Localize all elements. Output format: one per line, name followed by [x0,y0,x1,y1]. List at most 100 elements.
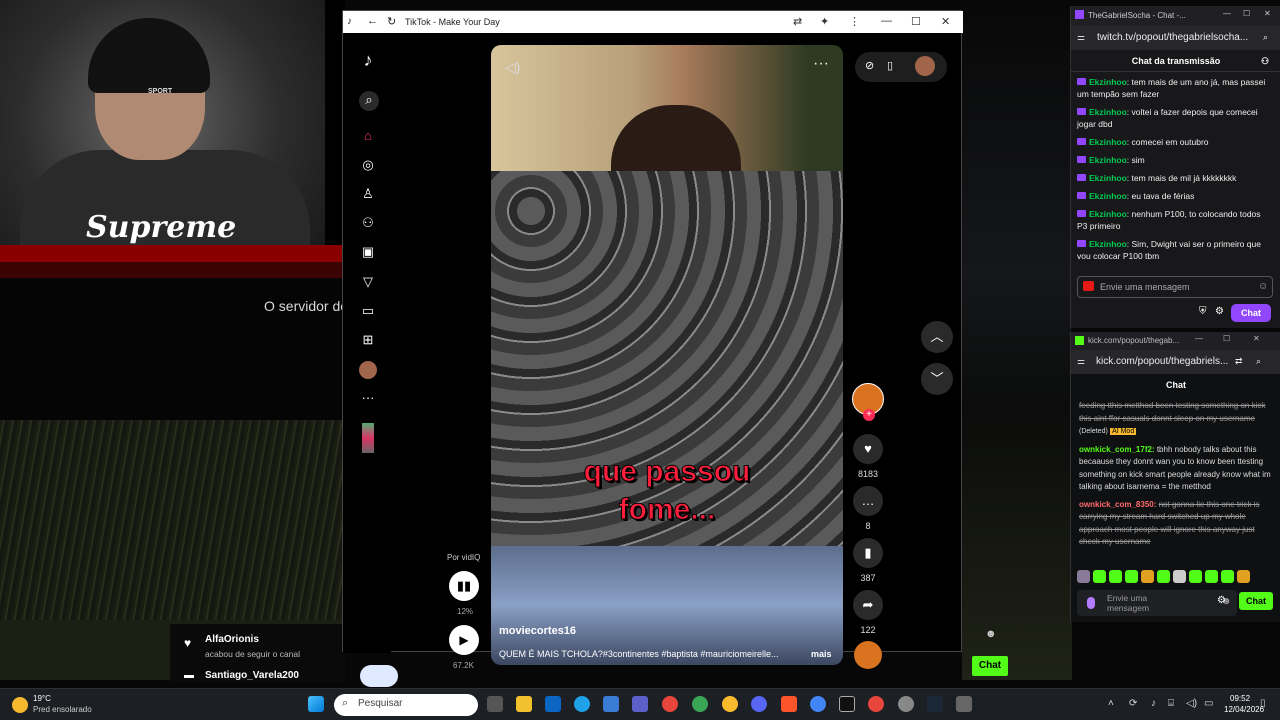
brave-icon[interactable] [781,696,797,712]
maximize-button[interactable]: ☐ [1223,334,1230,343]
users-icon[interactable]: ⚇ [1261,50,1269,72]
emoji-icon[interactable]: ☺ [1258,281,1268,292]
chrome-icon[interactable] [722,696,738,712]
comment-button[interactable]: … [853,486,883,516]
volume-icon[interactable]: ◁) [1186,698,1197,709]
chat-username[interactable]: Ekzinhoo [1089,239,1127,249]
stats-icon[interactable]: ▮▮ [449,571,479,601]
chat-username[interactable]: Ekzinhoo [1089,209,1127,219]
clock-date[interactable]: 12/04/2026 [1224,705,1264,714]
edge-icon[interactable] [574,696,590,712]
emote-icon[interactable] [1173,570,1186,583]
translate-icon[interactable]: ⇄ [1235,356,1243,367]
previous-video-button[interactable]: ︿ [921,321,953,353]
sync-icon[interactable]: ⟳ [1129,698,1137,709]
store-icon[interactable] [603,696,619,712]
creator-icons[interactable] [362,423,374,453]
emote-icon[interactable] [1205,570,1218,583]
vidiq-toggle[interactable] [360,665,398,687]
sound-disc[interactable] [854,641,882,669]
address-bar[interactable]: ⚌ twitch.tv/popout/thegabrielsocha... ⌕ [1071,26,1280,50]
address-bar[interactable]: ⚌ kick.com/popout/thegabriels... ⇄ ⌕ [1071,350,1280,374]
emote-icon[interactable] [1141,570,1154,583]
chat-button[interactable]: Chat [972,656,1008,676]
chat-username[interactable]: ownkick_com_17f2: [1079,445,1155,454]
volume-icon[interactable]: ◁) [505,59,520,76]
share-button[interactable]: ➦ [853,590,883,620]
maximize-button[interactable]: ☐ [1243,9,1250,18]
like-button[interactable]: ♥ [853,434,883,464]
site-settings-icon[interactable]: ⚌ [1077,32,1085,43]
shield-icon[interactable]: ⛨ [1199,306,1207,317]
chrome-icon[interactable] [662,696,678,712]
follow-plus-icon[interactable]: + [863,409,875,421]
microphone-icon[interactable]: ♪ [1151,698,1156,709]
save-button[interactable]: ▮ [853,538,883,568]
emoji-icon[interactable]: ☻ [985,628,997,640]
gear-icon[interactable]: ⚙ [1217,595,1226,606]
minimize-button[interactable]: — [1195,334,1203,343]
teams-icon[interactable] [632,696,648,712]
tiktok-icon[interactable] [839,696,855,712]
chrome-icon[interactable] [692,696,708,712]
site-settings-icon[interactable]: ⚌ [1077,356,1085,367]
live-icon[interactable]: ▣ [359,243,377,261]
chat-username[interactable]: Ekzinhoo [1089,191,1127,201]
search-icon[interactable]: ⌕ [1263,32,1268,43]
search-icon[interactable]: ⌕ [359,91,379,111]
more-icon[interactable]: ··· [359,389,377,407]
following-icon[interactable]: ♙ [359,185,377,203]
emote-icon[interactable] [1077,570,1090,583]
minimize-button[interactable]: — [1223,9,1231,18]
close-button[interactable]: ✕ [1253,334,1260,343]
chat-input[interactable]: Envie uma mensagem ☻ [1077,590,1237,616]
reload-icon[interactable]: ↻ [387,15,396,28]
emote-icon[interactable] [1125,570,1138,583]
play-button[interactable]: ▶ [449,625,479,655]
explore-icon[interactable]: ◎ [359,156,377,174]
chat-input[interactable]: Envie uma mensagem ☺ [1077,276,1273,298]
chat-username[interactable]: Ekzinhoo [1089,107,1127,117]
battery-icon[interactable]: ▭ [1204,698,1213,709]
weather-sun-icon[interactable] [12,697,28,713]
chat-send-button[interactable]: Chat [1239,592,1273,610]
close-button[interactable]: ✕ [941,15,950,28]
chat-username[interactable]: ownkick_com_8350: [1079,500,1156,509]
emote-icon[interactable] [1157,570,1170,583]
video-player[interactable]: que passou fome... ◁) ··· moviecortes16 … [491,45,843,665]
emote-icon[interactable] [1109,570,1122,583]
file-explorer-icon[interactable] [516,696,532,712]
video-more-icon[interactable]: ··· [813,55,829,73]
steam-icon[interactable] [927,696,943,712]
user-avatar[interactable] [915,56,935,76]
upload-icon[interactable]: ⊞ [359,331,377,349]
phone-icon[interactable]: ▯ [887,59,893,72]
maximize-button[interactable]: ☐ [911,15,921,28]
app-icon[interactable] [956,696,972,712]
chat-username[interactable]: Ekzinhoo [1089,137,1127,147]
minimize-button[interactable]: — [881,15,892,27]
back-icon[interactable]: ← [367,15,378,27]
tray-expand-icon[interactable]: ˄ [1108,698,1114,709]
notification-icon[interactable]: ▯ [1260,698,1266,709]
activity-icon[interactable]: ▭ [359,302,377,320]
emote-icon[interactable] [1189,570,1202,583]
next-video-button[interactable]: ﹀ [921,363,953,395]
friends-icon[interactable]: ⚇ [359,214,377,232]
chat-username[interactable]: Ekzinhoo [1089,77,1127,87]
weather-temperature[interactable]: 19°C [33,694,51,703]
network-icon[interactable]: ⌸ [1168,698,1174,709]
mail-icon[interactable] [545,696,561,712]
chat-username[interactable]: Ekzinhoo [1089,155,1127,165]
microphone-icon[interactable] [1087,597,1095,609]
task-view-icon[interactable] [487,696,503,712]
menu-icon[interactable]: ⋮ [849,15,860,28]
gear-icon[interactable]: ⚙ [1215,306,1224,317]
emote-icon[interactable] [1093,570,1106,583]
emote-icon[interactable] [1237,570,1250,583]
close-button[interactable]: ✕ [1264,9,1271,18]
taskbar-search[interactable]: ⌕ Pesquisar [334,694,478,716]
messages-icon[interactable]: ▽ [359,273,377,291]
translate-icon[interactable]: ⇄ [793,15,802,28]
description-more-link[interactable]: mais [811,649,832,659]
